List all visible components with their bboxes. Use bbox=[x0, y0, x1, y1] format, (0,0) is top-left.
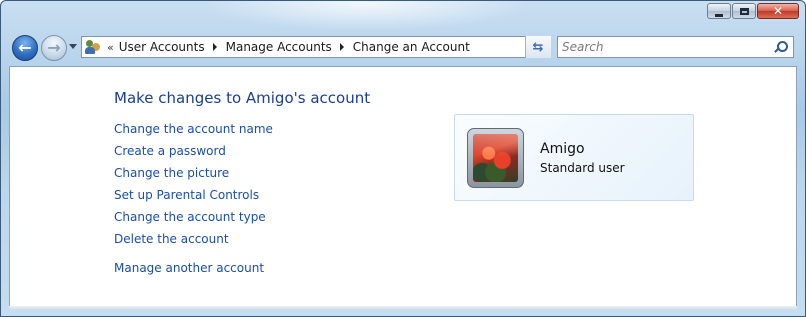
window-bottom-edge bbox=[9, 306, 797, 310]
link-change-account-name[interactable]: Change the account name bbox=[114, 122, 273, 136]
address-bar[interactable]: « User Accounts Manage Accounts Change a… bbox=[81, 36, 551, 58]
maximize-icon bbox=[739, 7, 749, 15]
account-type: Standard user bbox=[540, 161, 625, 175]
breadcrumb-manage-accounts[interactable]: Manage Accounts bbox=[226, 40, 332, 54]
minimize-button[interactable] bbox=[707, 3, 731, 19]
account-card: Amigo Standard user bbox=[454, 114, 694, 201]
avatar-picture bbox=[473, 134, 518, 182]
link-parental-controls[interactable]: Set up Parental Controls bbox=[114, 188, 259, 202]
close-button[interactable]: ✕ bbox=[757, 3, 799, 19]
caption-buttons: ✕ bbox=[706, 3, 799, 19]
refresh-icon[interactable]: ⇆ bbox=[526, 37, 550, 57]
back-arrow-icon: ← bbox=[18, 38, 32, 57]
forward-arrow-icon: → bbox=[47, 38, 61, 57]
breadcrumb-separator-icon[interactable] bbox=[212, 43, 217, 51]
forward-button[interactable]: → bbox=[41, 35, 67, 61]
breadcrumb-overflow[interactable]: « bbox=[107, 41, 114, 54]
page-title: Make changes to Amigo's account bbox=[114, 89, 371, 107]
link-change-account-type[interactable]: Change the account type bbox=[114, 210, 266, 224]
maximize-button[interactable] bbox=[732, 3, 756, 19]
search-box[interactable] bbox=[557, 36, 794, 58]
link-change-picture[interactable]: Change the picture bbox=[114, 166, 229, 180]
search-input[interactable] bbox=[562, 39, 762, 55]
close-icon: ✕ bbox=[772, 4, 784, 18]
main-content: Make changes to Amigo's account Change t… bbox=[9, 66, 797, 306]
breadcrumb-user-accounts[interactable]: User Accounts bbox=[119, 40, 205, 54]
avatar bbox=[467, 128, 524, 188]
search-icon[interactable] bbox=[773, 40, 788, 54]
user-accounts-icon bbox=[85, 39, 101, 55]
breadcrumb-change-account[interactable]: Change an Account bbox=[353, 40, 470, 54]
breadcrumb-separator-icon[interactable] bbox=[339, 43, 344, 51]
back-button[interactable]: ← bbox=[12, 35, 38, 61]
link-manage-another-account[interactable]: Manage another account bbox=[114, 261, 264, 275]
recent-pages-dropdown-icon[interactable] bbox=[69, 44, 77, 49]
account-name: Amigo bbox=[540, 141, 585, 157]
link-create-password[interactable]: Create a password bbox=[114, 144, 226, 158]
link-delete-account[interactable]: Delete the account bbox=[114, 232, 229, 246]
minimize-icon bbox=[715, 13, 723, 17]
